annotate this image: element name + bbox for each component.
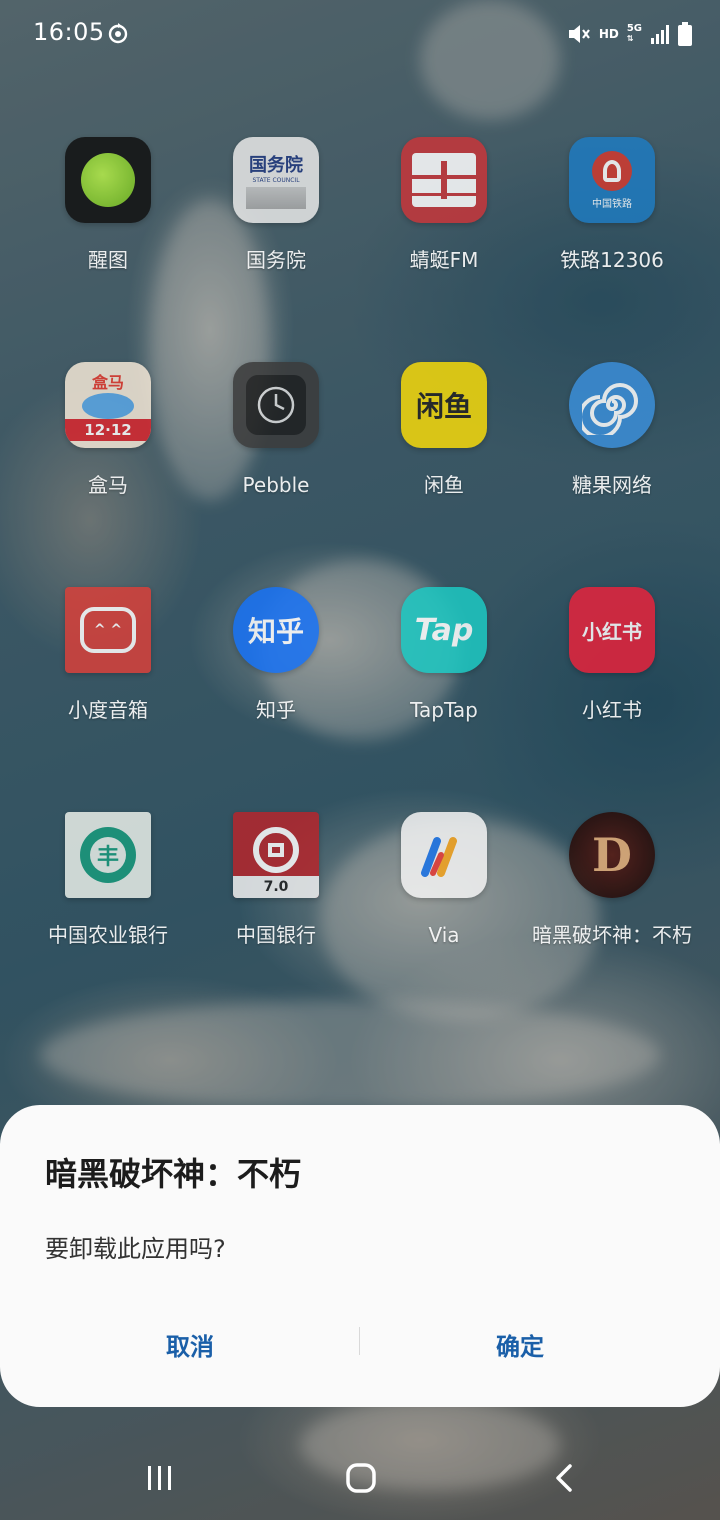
app-candy-network[interactable]: 糖果网络 [528,362,696,587]
uninstall-dialog: 暗黑破坏神：不朽 要卸载此应用吗? 取消 确定 [0,1105,720,1407]
status-bar: 16:05 HD 5G ⇅ [0,0,720,68]
pebble-clock-icon [233,362,319,448]
railway-12306-icon: 中国铁路 [569,137,655,223]
recent-apps-button[interactable] [130,1458,190,1498]
home-button[interactable] [331,1458,391,1498]
xiaohongshu-icon: 小红书 [569,587,655,673]
home-icon [346,1463,376,1493]
app-xingtu[interactable]: 醒图 [24,137,192,362]
app-state-council[interactable]: 国务院 STATE COUNCIL 国务院 [192,137,360,362]
app-via[interactable]: Via [360,812,528,1037]
app-pebble[interactable]: Pebble [192,362,360,587]
app-railway-12306[interactable]: 中国铁路 铁路12306 [528,137,696,362]
candy-network-icon [569,362,655,448]
diablo-immortal-icon: D [569,812,655,898]
app-boc-bank[interactable]: 7.0 中国银行 [192,812,360,1037]
state-council-icon: 国务院 STATE COUNCIL [233,137,319,223]
app-hema[interactable]: 盒马 12·12 盒马 [24,362,192,587]
app-xianyu[interactable]: 闲鱼 闲鱼 [360,362,528,587]
app-qingting-fm[interactable]: 蜻蜓FM [360,137,528,362]
app-xiaohongshu[interactable]: 小红书 小红书 [528,587,696,812]
qingting-fm-icon [401,137,487,223]
navigation-bar [0,1430,720,1520]
taptap-icon: Tap [401,587,487,673]
network-type: 5G ⇅ [626,23,642,44]
battery-icon [678,22,692,46]
app-taptap[interactable]: Tap TapTap [360,587,528,812]
boc-bank-icon: 7.0 [233,812,319,898]
sync-icon [108,23,128,44]
via-browser-icon [401,812,487,898]
mute-icon [568,25,590,43]
app-grid: 醒图 国务院 STATE COUNCIL 国务院 蜻蜓FM 中国铁路 铁路123… [0,137,720,1037]
xianyu-icon: 闲鱼 [401,362,487,448]
app-abc-bank[interactable]: 丰 中国农业银行 [24,812,192,1037]
recent-apps-icon [148,1466,171,1490]
back-button[interactable] [534,1458,594,1498]
signal-icon [651,25,669,44]
xingtu-icon [65,137,151,223]
xiaodu-icon: ^ ^ [65,587,151,673]
app-zhihu[interactable]: 知乎 知乎 [192,587,360,812]
back-icon [556,1464,572,1492]
cancel-button[interactable]: 取消 [20,1321,360,1373]
hema-icon: 盒马 12·12 [65,362,151,448]
abc-bank-icon: 丰 [65,812,151,898]
confirm-uninstall-button[interactable]: 确定 [360,1321,680,1373]
app-xiaodu[interactable]: ^ ^ 小度音箱 [24,587,192,812]
clock: 16:05 [33,18,105,46]
dialog-title: 暗黑破坏神：不朽 [45,1155,302,1193]
hd-voice-indicator: HD [598,27,619,41]
zhihu-icon: 知乎 [233,587,319,673]
dialog-message: 要卸载此应用吗? [45,1235,226,1263]
app-diablo-immortal[interactable]: D 暗黑破坏神：不朽 [528,812,696,1037]
